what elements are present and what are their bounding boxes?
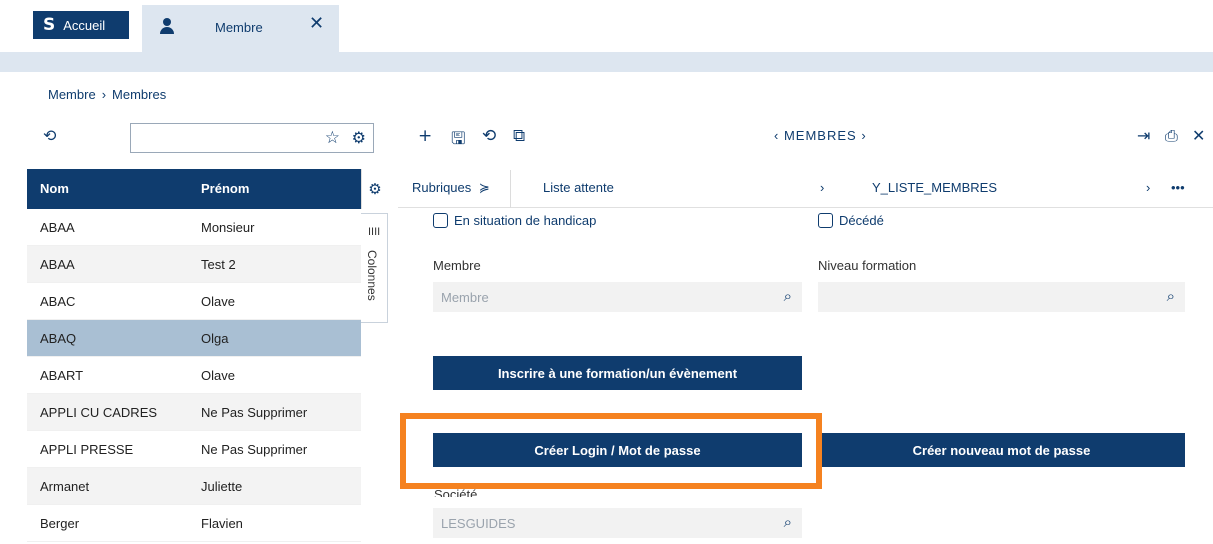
handicap-checkbox-row[interactable]: En situation de handicap [433, 213, 596, 228]
tab-membre[interactable]: Membre ✕ [142, 5, 339, 52]
record-nav-title: MEMBRES [783, 128, 857, 143]
columns-icon: IIII [368, 226, 381, 238]
more-icon[interactable]: ••• [1171, 180, 1185, 195]
app-logo-icon: S [43, 15, 56, 35]
tab-arrow-icon[interactable]: › [820, 180, 824, 195]
print-icon[interactable]: ⎙ [1165, 126, 1178, 146]
membre-field[interactable]: Membre ⌕ [433, 282, 802, 312]
person-icon [160, 18, 174, 34]
table-row[interactable]: ABAA Monsieur [27, 209, 361, 246]
close-tab-icon[interactable]: ✕ [309, 13, 324, 34]
cell-prenom: Ne Pas Supprimer [201, 405, 308, 420]
inscrire-formation-button[interactable]: Inscrire à une formation/un évènement [433, 356, 802, 390]
cell-nom: ABAA [40, 220, 75, 235]
search-field[interactable]: ☆ ⚙ [130, 123, 374, 153]
tab-accueil-label: Accueil [63, 17, 106, 33]
niveau-formation-field[interactable]: ⌕ [818, 282, 1185, 312]
cell-prenom: Flavien [201, 516, 243, 531]
column-header-nom[interactable]: Nom [40, 181, 69, 196]
column-header-prenom[interactable]: Prénom [201, 181, 249, 196]
breadcrumb-membre[interactable]: Membre [48, 87, 96, 102]
decede-checkbox-row[interactable]: Décédé [818, 213, 884, 228]
tab-arrow-icon[interactable]: › [1146, 180, 1150, 195]
refresh-list-icon[interactable]: ⟲ [43, 126, 56, 145]
copy-icon[interactable]: ⧉ [513, 126, 525, 146]
highlight-annotation [400, 413, 822, 489]
grid-body: ABAA Monsieur ABAA Test 2 ABAC Olave ABAQ Ol… [27, 209, 361, 542]
tab-membre-label: Membre [215, 20, 263, 35]
societe-value: LESGUIDES [441, 516, 516, 531]
table-row[interactable]: ABAC Olave [27, 283, 361, 320]
table-row[interactable]: APPLI PRESSE Ne Pas Supprimer [27, 431, 361, 468]
table-row[interactable]: APPLI CU CADRES Ne Pas Supprimer [27, 394, 361, 431]
cell-nom: APPLI CU CADRES [40, 405, 158, 420]
decede-checkbox[interactable] [818, 213, 833, 228]
prev-record-icon[interactable]: ‹ [774, 128, 779, 143]
search-icon[interactable]: ⌕ [784, 287, 792, 305]
cell-nom: ABAC [40, 294, 76, 309]
tab-liste-attente[interactable]: Liste attente [543, 180, 614, 195]
chevron-down-icon: ≽ [478, 180, 490, 195]
table-row[interactable]: Berger Flavien [27, 505, 361, 542]
refresh-record-icon[interactable]: ⟲ [482, 126, 496, 146]
close-record-icon[interactable]: ✕ [1192, 126, 1205, 145]
export-icon[interactable]: ⇥ [1137, 126, 1150, 145]
grid-settings-gear-icon[interactable]: ⚙ [361, 169, 388, 209]
search-icon[interactable]: ⌕ [1167, 287, 1175, 305]
tab-y-liste-membres[interactable]: Y_LISTE_MEMBRES [872, 180, 997, 195]
cell-prenom: Olave [201, 294, 235, 309]
save-icon[interactable]: 🖫 [451, 126, 465, 155]
star-icon[interactable]: ☆ [325, 128, 340, 148]
membre-label: Membre [433, 258, 481, 273]
columns-label: Colonnes [365, 250, 379, 301]
cell-prenom: Monsieur [201, 220, 255, 235]
creer-nouveau-mdp-button[interactable]: Créer nouveau mot de passe [818, 433, 1185, 467]
search-input[interactable] [137, 124, 307, 150]
tab-rubriques[interactable]: Rubriques ≽ [412, 180, 490, 196]
handicap-label: En situation de handicap [454, 213, 597, 228]
grid-header: Nom Prénom [27, 169, 361, 209]
tab-divider [510, 170, 511, 208]
table-row[interactable]: Armanet Juliette [27, 468, 361, 505]
niveau-formation-label: Niveau formation [818, 258, 917, 273]
cell-prenom: Ne Pas Supprimer [201, 442, 308, 457]
cell-prenom: Juliette [201, 479, 243, 494]
cell-nom: Armanet [40, 479, 90, 494]
add-icon[interactable]: + [418, 126, 432, 146]
next-record-icon[interactable]: › [861, 128, 866, 143]
search-settings-icon[interactable]: ⚙ [352, 128, 366, 147]
cell-nom: ABAA [40, 257, 75, 272]
table-row-selected[interactable]: ABAQ Olga [27, 320, 361, 357]
tab-band [0, 52, 1213, 72]
breadcrumb: Membre › Membres [48, 87, 166, 102]
cell-nom: ABAQ [40, 331, 77, 346]
decede-label: Décédé [839, 213, 884, 228]
table-row[interactable]: ABAA Test 2 [27, 246, 361, 283]
cell-prenom: Test 2 [201, 257, 236, 272]
section-tabs: Rubriques ≽ Liste attente › Y_LISTE_MEMB… [398, 170, 1213, 208]
handicap-checkbox[interactable] [433, 213, 448, 228]
cell-nom: Berger [40, 516, 80, 531]
table-row[interactable]: ABART Olave [27, 357, 361, 394]
cell-prenom: Olave [201, 368, 235, 383]
columns-panel-toggle[interactable]: IIII Colonnes [361, 213, 388, 323]
cell-nom: APPLI PRESSE [40, 442, 134, 457]
breadcrumb-separator: › [101, 87, 107, 102]
search-icon[interactable]: ⌕ [784, 513, 792, 531]
breadcrumb-membres[interactable]: Membres [112, 87, 166, 102]
membre-placeholder: Membre [441, 290, 489, 305]
cell-prenom: Olga [201, 331, 229, 346]
societe-field[interactable]: LESGUIDES ⌕ [433, 508, 802, 538]
tab-accueil[interactable]: S Accueil [33, 11, 129, 39]
record-navigator: ‹ MEMBRES › [774, 128, 867, 143]
cell-nom: ABART [40, 368, 84, 383]
tab-rubriques-label: Rubriques [412, 180, 472, 195]
